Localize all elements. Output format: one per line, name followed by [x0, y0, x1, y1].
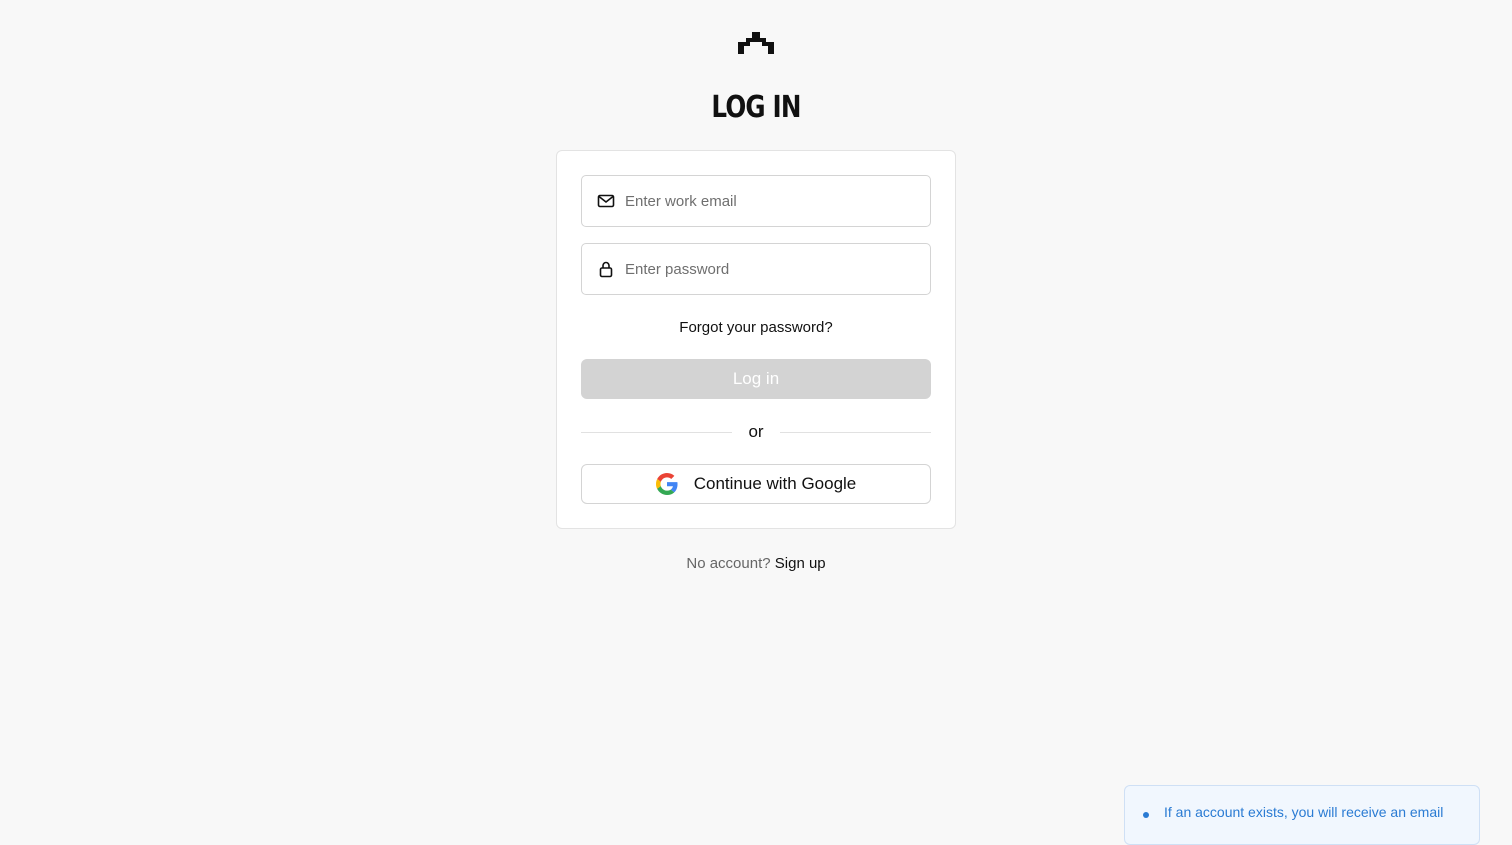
lock-icon	[597, 260, 615, 278]
mail-icon	[597, 192, 615, 210]
google-icon	[655, 473, 678, 495]
email-field[interactable]	[581, 175, 931, 227]
signup-prompt-text: No account?	[686, 555, 771, 572]
google-button-label: Continue with Google	[693, 474, 857, 493]
brand-logo-icon	[738, 32, 774, 56]
login-button[interactable]: Log in	[581, 359, 931, 399]
or-divider: or	[581, 421, 931, 443]
divider-label: or	[748, 422, 764, 441]
divider-line	[581, 431, 733, 433]
signup-prompt: No account? Sign up	[0, 555, 1512, 572]
toast-message: If an account exists, you will receive a…	[1164, 804, 1444, 820]
password-field[interactable]	[581, 243, 931, 295]
forgot-password-link[interactable]: Forgot your password?	[557, 319, 955, 336]
continue-with-google-button[interactable]: Continue with Google	[581, 464, 931, 504]
info-icon	[1143, 812, 1149, 818]
login-card: Forgot your password? Log in or Continue…	[556, 150, 956, 529]
email-input[interactable]	[625, 176, 930, 226]
password-input[interactable]	[625, 244, 930, 294]
sign-up-link[interactable]: Sign up	[775, 555, 826, 572]
info-toast: If an account exists, you will receive a…	[1124, 785, 1480, 845]
page-title: LOG IN	[711, 90, 801, 125]
divider-line	[779, 431, 931, 433]
